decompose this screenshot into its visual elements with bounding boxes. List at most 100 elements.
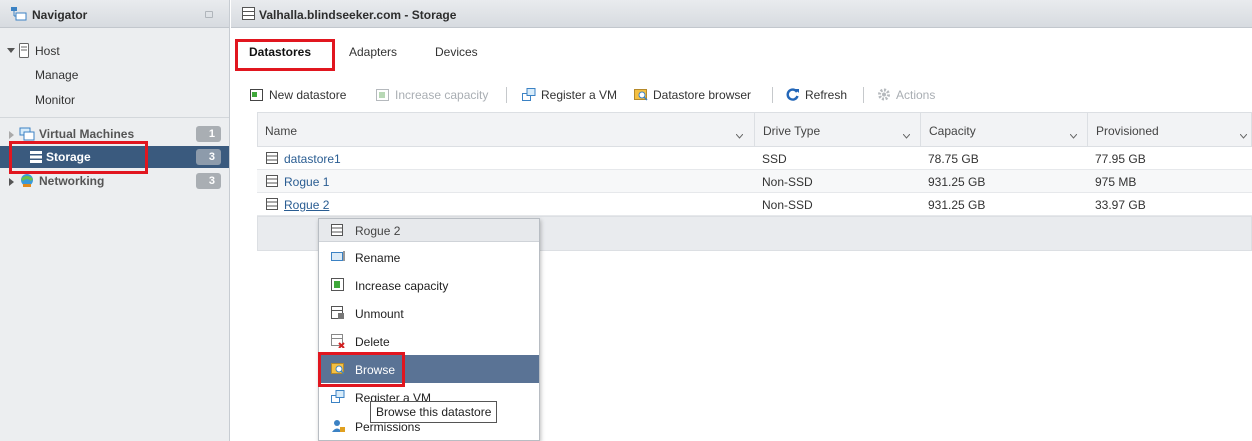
permissions-icon — [331, 419, 345, 436]
refresh-button[interactable]: Refresh — [786, 88, 847, 102]
storage-icon — [30, 151, 42, 166]
datastore-name-link[interactable]: Rogue 2 — [284, 198, 329, 212]
provisioned-cell: 975 MB — [1095, 175, 1137, 189]
table-row[interactable]: datastore1 SSD 78.75 GB 77.95 GB — [257, 147, 1252, 170]
navigator-panel: Navigator Host Manage Monitor Virtual Ma… — [0, 0, 230, 441]
chevron-right-icon[interactable] — [9, 178, 14, 186]
virtual-machines-icon — [19, 127, 35, 144]
chevron-down-icon[interactable] — [735, 128, 744, 139]
context-menu-title-label: Rogue 2 — [355, 224, 401, 238]
menu-item-delete[interactable]: Delete — [319, 327, 539, 355]
page-title: Valhalla.blindseeker.com - Storage — [259, 8, 457, 22]
chevron-right-icon[interactable] — [9, 131, 14, 139]
new-datastore-button[interactable]: New datastore — [250, 88, 346, 102]
column-header-capacity[interactable]: Capacity — [929, 124, 976, 138]
capacity-cell: 931.25 GB — [928, 198, 986, 212]
new-datastore-icon — [250, 88, 264, 101]
provisioned-cell: 77.95 GB — [1095, 152, 1146, 166]
toolbar-separator — [772, 87, 773, 103]
nav-host-manage[interactable]: Manage — [0, 64, 229, 86]
collapse-navigator-button[interactable] — [205, 11, 213, 18]
table-row[interactable]: Rogue 2 Non-SSD 931.25 GB 33.97 GB — [257, 193, 1252, 216]
host-icon — [19, 43, 29, 61]
table-body: datastore1 SSD 78.75 GB 77.95 GB Rogue 1… — [257, 147, 1252, 216]
register-vm-icon — [331, 390, 345, 406]
capacity-cell: 78.75 GB — [928, 152, 979, 166]
toolbar-separator — [863, 87, 864, 103]
networking-count-badge: 3 — [196, 173, 221, 189]
datastore-browser-icon — [634, 88, 648, 101]
navigator-header: Navigator — [0, 0, 229, 28]
column-header-drive-type[interactable]: Drive Type — [763, 124, 820, 138]
datastore-icon — [266, 175, 278, 190]
menu-item-label: Increase capacity — [355, 279, 449, 293]
drive-type-cell: Non-SSD — [762, 175, 813, 189]
register-vm-icon — [522, 88, 536, 101]
nav-monitor-label: Monitor — [35, 93, 76, 107]
datastore-browser-button[interactable]: Datastore browser — [634, 88, 751, 102]
gear-icon — [877, 88, 891, 101]
chevron-down-icon[interactable] — [902, 128, 911, 139]
refresh-label: Refresh — [805, 88, 848, 102]
tab-devices[interactable]: Devices — [435, 45, 478, 59]
storage-count-badge: 3 — [196, 149, 221, 165]
menu-item-increase-capacity[interactable]: Increase capacity — [319, 271, 539, 299]
delete-icon — [331, 334, 345, 351]
main-header: Valhalla.blindseeker.com - Storage — [231, 0, 1252, 28]
datastore-browser-label: Datastore browser — [653, 88, 752, 102]
nav-divider — [0, 117, 229, 118]
provisioned-cell: 33.97 GB — [1095, 198, 1146, 212]
tab-bar: Datastores Adapters Devices — [231, 29, 1252, 68]
menu-item-unmount[interactable]: Unmount — [319, 299, 539, 327]
rename-icon — [331, 250, 347, 265]
nav-storage-label: Storage — [46, 150, 91, 164]
menu-item-label: Unmount — [355, 307, 404, 321]
actions-button[interactable]: Actions — [877, 88, 935, 102]
tab-datastores[interactable]: Datastores — [249, 45, 311, 59]
datastore-icon — [266, 198, 278, 213]
networking-icon — [19, 173, 35, 191]
datastore-icon — [331, 224, 343, 239]
datastore-name-link[interactable]: datastore1 — [284, 152, 341, 166]
nav-host-monitor[interactable]: Monitor — [0, 89, 229, 111]
refresh-icon — [786, 88, 800, 101]
register-vm-label: Register a VM — [541, 88, 618, 102]
table-row[interactable]: Rogue 1 Non-SSD 931.25 GB 975 MB — [257, 170, 1252, 193]
new-datastore-label: New datastore — [269, 88, 347, 102]
menu-item-label: Rename — [355, 251, 401, 265]
increase-capacity-button[interactable]: Increase capacity — [376, 88, 488, 102]
column-divider[interactable] — [754, 113, 755, 148]
register-vm-button[interactable]: Register a VM — [522, 88, 617, 102]
increase-capacity-label: Increase capacity — [395, 88, 489, 102]
nav-storage[interactable]: Storage 3 — [0, 146, 229, 168]
column-divider[interactable] — [920, 113, 921, 148]
column-header-provisioned[interactable]: Provisioned — [1096, 124, 1159, 138]
chevron-down-icon[interactable] — [7, 48, 15, 53]
menu-item-rename[interactable]: Rename — [319, 243, 539, 271]
nav-networking[interactable]: Networking 3 — [0, 170, 229, 192]
increase-capacity-icon — [376, 88, 390, 101]
navigator-icon — [11, 7, 27, 24]
vm-count-badge: 1 — [196, 126, 221, 142]
column-divider[interactable] — [1087, 113, 1088, 148]
datastore-name-link[interactable]: Rogue 1 — [284, 175, 329, 189]
chevron-down-icon[interactable] — [1069, 128, 1078, 139]
column-header-name[interactable]: Name — [265, 124, 297, 138]
increase-capacity-icon — [331, 278, 345, 294]
chevron-down-icon[interactable] — [1239, 128, 1248, 139]
menu-item-label: Browse — [355, 363, 396, 377]
nav-host-label: Host — [35, 44, 60, 58]
tab-adapters[interactable]: Adapters — [349, 45, 397, 59]
nav-host[interactable]: Host — [0, 40, 229, 62]
capacity-cell: 931.25 GB — [928, 175, 986, 189]
nav-virtual-machines-label: Virtual Machines — [39, 127, 135, 141]
context-menu-title: Rogue 2 — [319, 219, 539, 242]
toolbar-separator — [506, 87, 507, 103]
navigator-title: Navigator — [32, 8, 88, 22]
menu-item-browse[interactable]: Browse — [319, 355, 539, 383]
storage-icon — [242, 7, 255, 23]
datastore-icon — [266, 152, 278, 167]
menu-item-label: Delete — [355, 335, 390, 349]
drive-type-cell: Non-SSD — [762, 198, 813, 212]
nav-virtual-machines[interactable]: Virtual Machines 1 — [0, 123, 229, 145]
